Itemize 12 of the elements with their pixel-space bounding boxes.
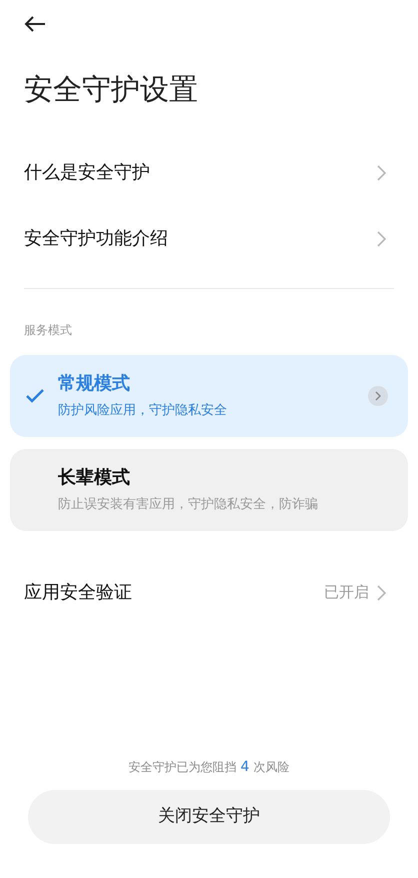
page-title: 安全守护设置 [23,71,199,108]
settings-row[interactable]: 应用安全验证 已开启 [0,570,418,614]
menu-item[interactable]: 安全守护功能介绍 [0,206,418,272]
blocked-count-text: 安全守护已为您阻挡 4 次风险 [128,758,290,777]
chevron-icon [377,164,386,180]
menu-item[interactable]: 什么是安全守护 [0,140,418,206]
mode-card[interactable]: 长辈模式 防止误安装有害应用，守护隐私安全，防诈骗 [10,448,408,530]
chevron-icon [377,230,386,246]
section-label: 服务模式 [23,322,73,338]
check-icon [26,388,44,402]
chevron-icon [377,584,386,600]
close-protection-button[interactable]: 关闭安全守护 [28,790,390,844]
